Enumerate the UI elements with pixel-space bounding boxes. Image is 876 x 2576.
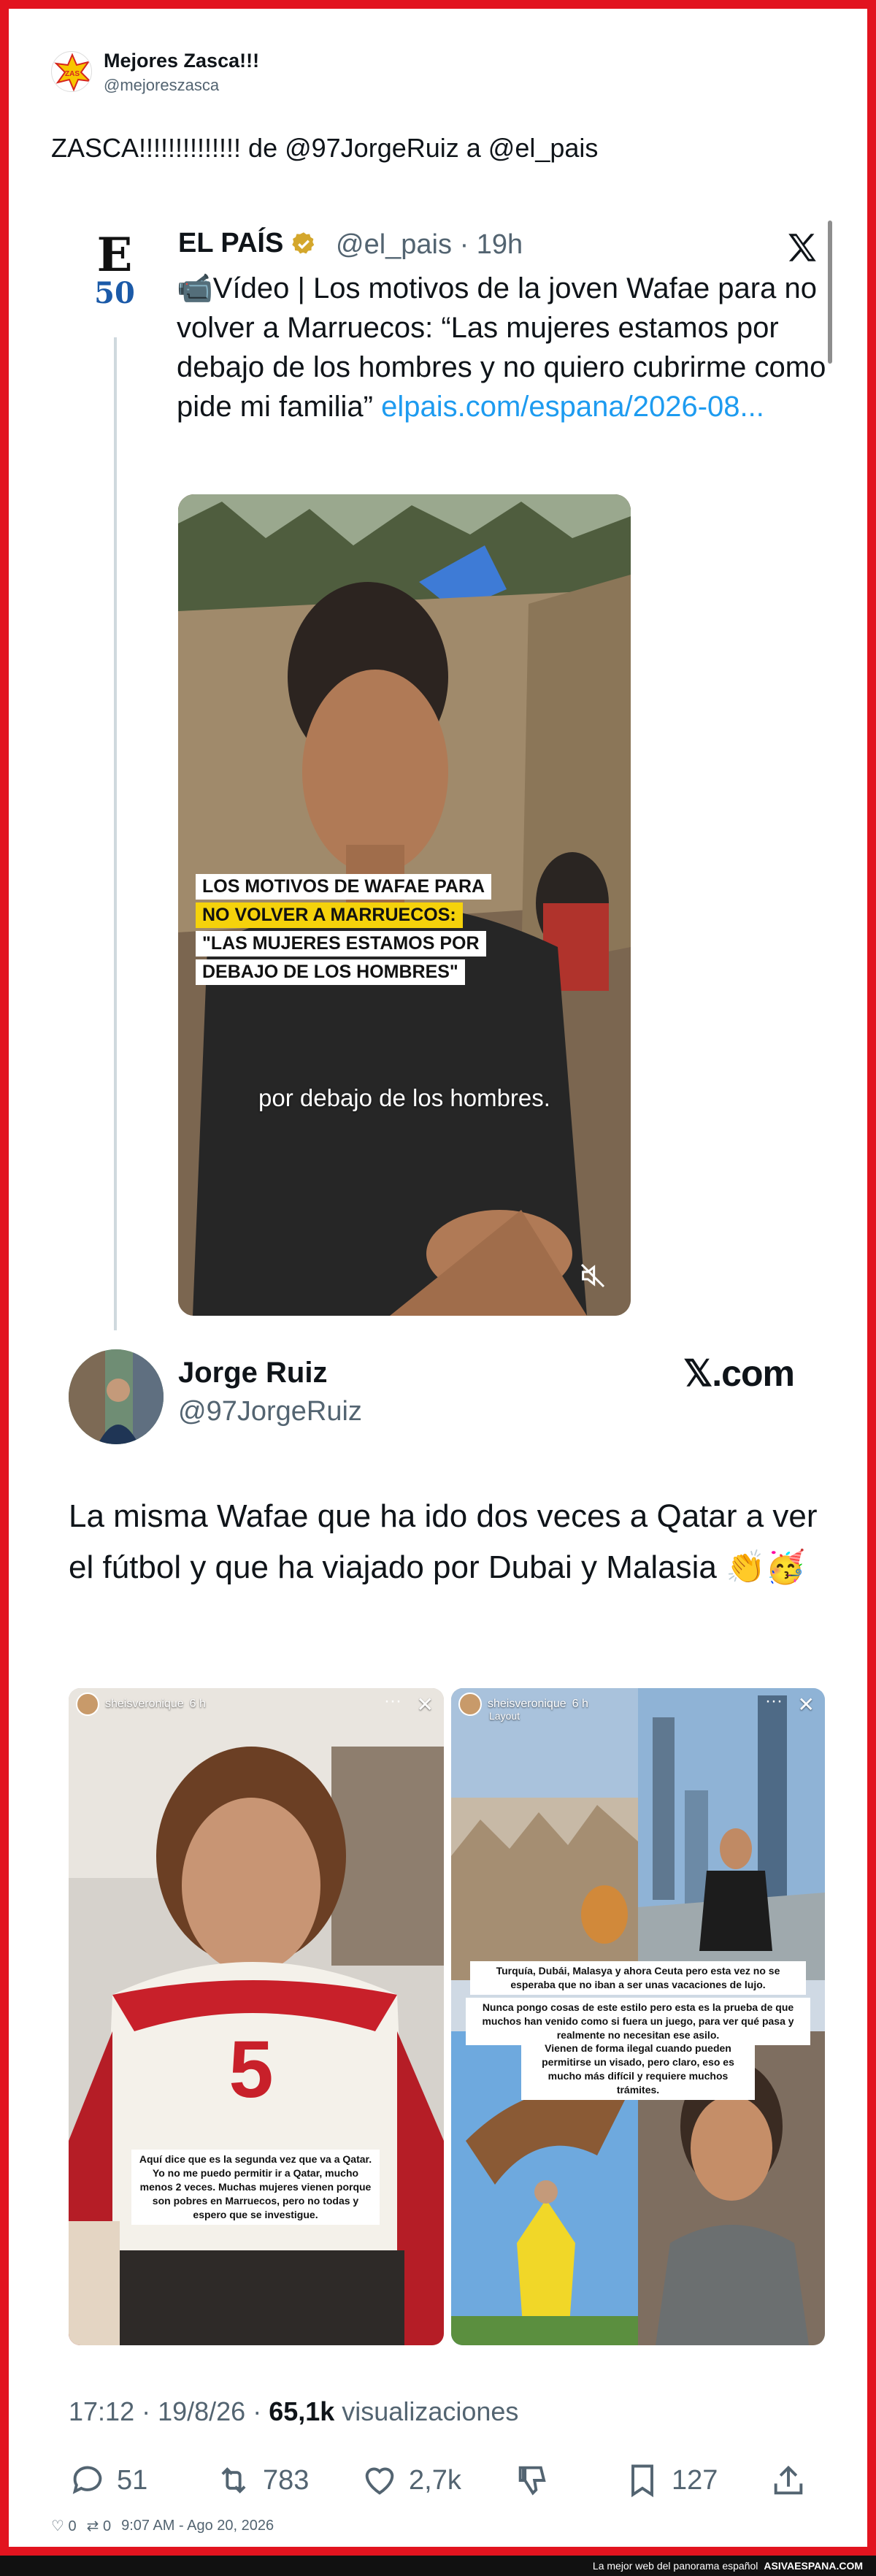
quoted-meta: @el_pais · 19h (336, 229, 523, 261)
mute-icon[interactable] (578, 1261, 607, 1290)
more-icon[interactable]: ··· (384, 1691, 402, 1711)
close-icon[interactable]: ✕ (798, 1693, 815, 1717)
right-story-note-3: Vienen de forma ilegal cuando pueden per… (521, 2039, 755, 2100)
post-time[interactable]: 17:12 · 19/8/26 · (69, 2396, 269, 2426)
caption-line-2: NO VOLVER A MARRUECOS: (196, 902, 463, 928)
shirt-number: 5 (228, 2025, 273, 2115)
views-label: visualizaciones (334, 2396, 519, 2426)
video-caption: LOS MOTIVOS DE WAFAE PARA NO VOLVER A MA… (196, 874, 492, 988)
avatar-number: 50 (94, 276, 135, 310)
embedded-author-name[interactable]: Jorge Ruiz (178, 1357, 327, 1389)
like-button[interactable]: 2,7k (361, 2461, 514, 2499)
quoted-link[interactable]: elpais.com/espana/2026-08... (381, 391, 764, 423)
retweet-button[interactable]: 783 (215, 2461, 361, 2499)
reply-icon (72, 2466, 102, 2494)
quoted-author[interactable]: EL PAÍS (178, 228, 317, 259)
reply-button[interactable]: 51 (69, 2461, 215, 2499)
quoted-text: 📹Vídeo | Los motivos de la joven Wafae p… (177, 269, 826, 426)
thread-line (114, 337, 117, 1330)
site-footer: La mejor web del panorama español ASIVAE… (0, 2556, 876, 2576)
like-count: 2,7k (409, 2464, 461, 2496)
downvote-icon (518, 2466, 546, 2496)
user-name[interactable]: Mejores Zasca!!! (104, 50, 259, 72)
left-story-photo: 5 (69, 1688, 444, 2345)
el-pais-avatar[interactable]: E 50 (89, 232, 140, 323)
quoted-handle[interactable]: @el_pais (336, 229, 452, 260)
video-player[interactable]: LOS MOTIVOS DE WAFAE PARA NO VOLVER A MA… (178, 494, 631, 1316)
dislike-button[interactable] (514, 2461, 623, 2499)
right-story-image[interactable]: sheisveronique 6 h Layout ··· ✕ Turquía,… (451, 1688, 825, 2345)
views-count: 65,1k (269, 2396, 335, 2426)
svg-text:ZAS: ZAS (65, 70, 80, 78)
right-story-note-1: Turquía, Dubái, Malasya y ahora Ceuta pe… (470, 1961, 806, 1995)
bookmark-count: 127 (672, 2464, 718, 2496)
action-bar: 51 783 2,7k 127 (69, 2455, 828, 2506)
jorge-ruiz-avatar[interactable] (69, 1349, 164, 1444)
share-button[interactable] (769, 2461, 813, 2499)
mini-stats-bar: ♡ 0 ⇄ 0 9:07 AM - Ago 20, 2026 (51, 2517, 274, 2535)
post-frame: ZAS Mejores Zasca!!! @mejoreszasca ZASCA… (0, 0, 876, 2556)
close-icon[interactable]: ✕ (417, 1693, 434, 1717)
bookmark-icon (631, 2464, 653, 2498)
embedded-author-handle[interactable]: @97JorgeRuiz (178, 1396, 362, 1427)
story-avatar[interactable] (458, 1693, 482, 1716)
reply-count: 51 (117, 2464, 148, 2496)
story-user[interactable]: sheisveronique (105, 1698, 184, 1711)
video-subtitle: por debajo de los hombres. (258, 1084, 550, 1111)
footer-tagline: La mejor web del panorama español (592, 2560, 758, 2572)
story-user[interactable]: sheisveronique (488, 1698, 566, 1711)
caption-line-3: "LAS MUJERES ESTAMOS POR (196, 931, 486, 957)
xcom-brand[interactable]: 𝕏.com (683, 1352, 795, 1395)
left-story-note: Aquí dice que es la segunda vez que va a… (131, 2150, 380, 2225)
caption-line-4: DEBAJO DE LOS HOMBRES" (196, 959, 465, 985)
share-icon (774, 2465, 803, 2495)
post-text: ZASCA!!!!!!!!!!!!!! de @97JorgeRuiz a @e… (51, 133, 599, 163)
story-avatar[interactable] (76, 1693, 99, 1716)
user-handle[interactable]: @mejoreszasca (104, 76, 219, 95)
right-story-header: sheisveronique 6 h (458, 1693, 588, 1716)
mini-like-count: 0 (68, 2518, 77, 2534)
story-time: 6 h (572, 1698, 588, 1710)
x-logo-icon[interactable] (784, 229, 821, 266)
more-icon[interactable]: ··· (765, 1691, 783, 1711)
post-timestamp: 17:12 · 19/8/26 · 65,1k visualizaciones (69, 2396, 518, 2427)
bookmark-button[interactable]: 127 (623, 2461, 769, 2499)
verified-badge-icon (292, 231, 315, 253)
left-story-image[interactable]: 5 sheisveronique 6 h ··· ✕ Aquí dice que… (69, 1688, 444, 2345)
mini-retweet[interactable]: ⇄ 0 (87, 2517, 111, 2535)
embedded-text: La misma Wafae que ha ido dos veces a Qa… (69, 1498, 818, 1585)
zasca-avatar[interactable]: ZAS (51, 51, 92, 92)
avatar-letter: E (96, 228, 133, 283)
mini-like[interactable]: ♡ 0 (51, 2517, 77, 2535)
quoted-time[interactable]: · 19h (460, 229, 523, 260)
retweet-count: 783 (263, 2464, 310, 2496)
left-story-header: sheisveronique 6 h (76, 1693, 206, 1716)
retweet-icon (221, 2467, 246, 2493)
quoted-author-name: EL PAÍS (178, 228, 284, 258)
footer-site[interactable]: ASIVAESPANA.COM (764, 2560, 863, 2572)
heart-icon (365, 2467, 394, 2495)
caption-line-1: LOS MOTIVOS DE WAFAE PARA (196, 874, 492, 900)
mini-retweet-count: 0 (102, 2518, 112, 2534)
mini-timestamp: 9:07 AM - Ago 20, 2026 (121, 2518, 274, 2534)
scrollbar[interactable] (828, 221, 832, 364)
story-time: 6 h (189, 1698, 206, 1710)
story-subtitle: Layout (489, 1710, 520, 1722)
